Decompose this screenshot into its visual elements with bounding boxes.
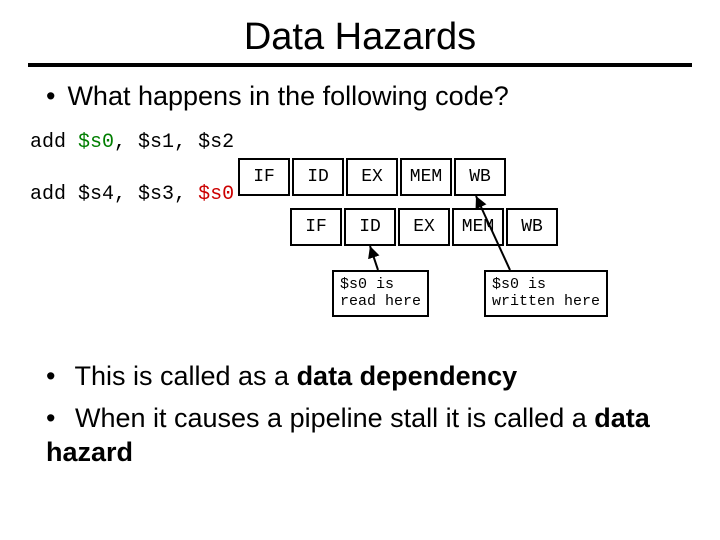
sep: , — [174, 183, 198, 206]
pipeline-diagram: IF ID EX MEM WB IF ID EX MEM WB $s0 is r… — [238, 158, 698, 338]
reg-src: $s2 — [198, 131, 234, 154]
reg-dest: $s4 — [78, 183, 114, 206]
reg-src: $s1 — [138, 131, 174, 154]
pipeline-row-2: IF ID EX MEM WB — [290, 208, 560, 246]
reg-src: $s3 — [138, 183, 174, 206]
code-line-1: add $s0, $s1, $s2 — [30, 130, 692, 156]
sep: , — [174, 131, 198, 154]
stage-wb: WB — [454, 158, 506, 196]
stage-wb: WB — [506, 208, 558, 246]
sep: , — [114, 183, 138, 206]
stage-ex: EX — [398, 208, 450, 246]
text: When it causes a pipeline stall it is ca… — [75, 403, 594, 433]
stage-mem: MEM — [452, 208, 504, 246]
stage-if: IF — [290, 208, 342, 246]
pipeline-row-1: IF ID EX MEM WB — [238, 158, 508, 196]
reg-hazard-src: $s0 — [198, 183, 234, 206]
stage-ex: EX — [346, 158, 398, 196]
stage-id: ID — [292, 158, 344, 196]
term-data-dependency: data dependency — [297, 361, 518, 391]
bullet-hazard: When it causes a pipeline stall it is ca… — [46, 402, 692, 470]
title-rule — [28, 63, 692, 67]
op: add — [30, 183, 78, 206]
stage-if: IF — [238, 158, 290, 196]
op: add — [30, 131, 78, 154]
text: This is called as a — [74, 361, 296, 391]
bullet-dependency: This is called as a data dependency — [46, 360, 692, 394]
stage-mem: MEM — [400, 158, 452, 196]
stage-id: ID — [344, 208, 396, 246]
annotation-write: $s0 is written here — [484, 270, 608, 317]
sep: , — [114, 131, 138, 154]
annotation-read: $s0 is read here — [332, 270, 429, 317]
question-bullet: What happens in the following code? — [46, 81, 692, 112]
slide-title: Data Hazards — [28, 16, 692, 59]
reg-dest: $s0 — [78, 131, 114, 154]
